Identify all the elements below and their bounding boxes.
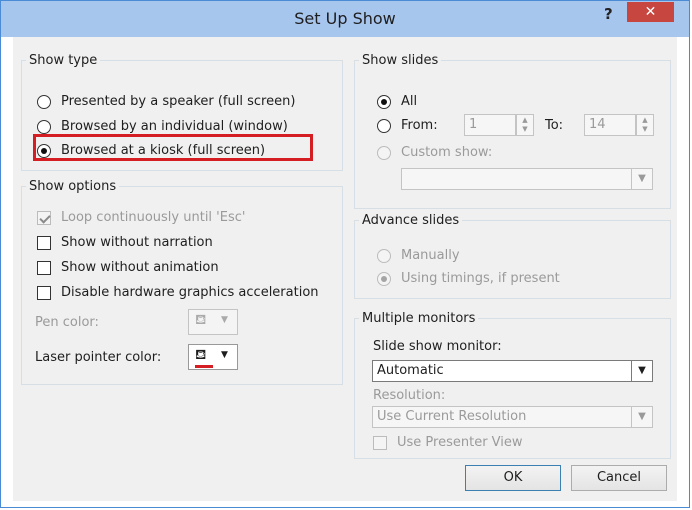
pen-color-button[interactable]: ⛾ ▼ — [188, 309, 238, 335]
set-up-show-dialog: Set Up Show ? ✕ Show type Presented by a… — [0, 0, 690, 508]
radio-using-timings-circle[interactable] — [377, 271, 391, 286]
chevron-down-icon: ▼ — [221, 350, 228, 360]
check-loop-continuously-label: Loop continuously until 'Esc' — [61, 210, 246, 225]
dialog-title: Set Up Show — [294, 9, 396, 28]
show-slides-legend: Show slides — [362, 53, 439, 68]
laser-color-label: Laser pointer color: — [35, 350, 162, 365]
radio-all-slides-circle[interactable] — [377, 94, 391, 109]
radio-presented-by-speaker[interactable]: Presented by a speaker (full screen) — [37, 94, 295, 109]
paint-bucket-icon: ⛾ — [195, 347, 207, 363]
radio-manually[interactable]: Manually — [377, 248, 460, 263]
chevron-down-icon: ▼ — [631, 169, 652, 189]
cancel-button[interactable]: Cancel — [571, 465, 667, 491]
radio-custom-show[interactable]: Custom show: — [377, 145, 492, 160]
advance-slides-legend: Advance slides — [362, 213, 460, 228]
laser-pointer-color-button[interactable]: ⛾ ▼ — [188, 344, 238, 370]
from-slide-input[interactable]: 1 — [464, 114, 516, 136]
radio-from-slides[interactable]: From: — [377, 118, 438, 133]
check-presenter-view-label: Use Presenter View — [397, 435, 523, 450]
laser-color-swatch — [195, 365, 213, 368]
radio-using-timings-label: Using timings, if present — [401, 271, 560, 286]
to-slide-spinner[interactable]: ▲ ▼ — [636, 114, 654, 136]
check-presenter-view-box[interactable] — [373, 435, 387, 450]
to-label: To: — [545, 118, 564, 133]
check-without-narration-box[interactable] — [37, 235, 51, 250]
radio-custom-show-circle[interactable] — [377, 145, 391, 160]
close-button[interactable]: ✕ — [627, 2, 674, 22]
check-without-narration[interactable]: Show without narration — [37, 235, 213, 250]
help-button[interactable]: ? — [604, 5, 613, 23]
check-without-animation-label: Show without animation — [61, 260, 219, 275]
show-options-legend: Show options — [29, 179, 117, 194]
slide-show-monitor-select[interactable]: Automatic ▼ — [372, 360, 653, 382]
dialog-body: Show type Presented by a speaker (full s… — [13, 37, 677, 501]
check-without-narration-label: Show without narration — [61, 235, 213, 250]
resolution-value: Use Current Resolution — [377, 409, 527, 424]
radio-browsed-by-individual[interactable]: Browsed by an individual (window) — [37, 119, 288, 134]
pen-color-label: Pen color: — [35, 315, 99, 330]
check-loop-continuously[interactable]: Loop continuously until 'Esc' — [37, 210, 245, 225]
check-disable-hw-acceleration-label: Disable hardware graphics acceleration — [61, 285, 319, 300]
radio-from-slides-circle[interactable] — [377, 118, 391, 133]
slide-show-monitor-value: Automatic — [377, 363, 444, 378]
custom-show-select[interactable]: ▼ — [401, 168, 653, 190]
check-disable-hw-acceleration-box[interactable] — [37, 285, 51, 300]
from-slide-spinner[interactable]: ▲ ▼ — [516, 114, 534, 136]
radio-presented-by-speaker-circle[interactable] — [37, 94, 51, 109]
radio-all-slides-label: All — [401, 94, 418, 109]
paint-bucket-icon: ⛾ — [195, 312, 207, 328]
radio-using-timings[interactable]: Using timings, if present — [377, 271, 560, 286]
check-without-animation[interactable]: Show without animation — [37, 260, 219, 275]
kiosk-highlight-box — [33, 134, 313, 161]
multiple-monitors-legend: Multiple monitors — [362, 311, 476, 326]
ok-button[interactable]: OK — [465, 465, 561, 491]
check-presenter-view[interactable]: Use Presenter View — [373, 435, 523, 450]
resolution-label: Resolution: — [373, 388, 446, 403]
check-disable-hw-acceleration[interactable]: Disable hardware graphics acceleration — [37, 285, 319, 300]
chevron-down-icon: ▼ — [221, 315, 228, 325]
to-slide-input[interactable]: 14 — [584, 114, 636, 136]
radio-all-slides[interactable]: All — [377, 94, 417, 109]
radio-manually-circle[interactable] — [377, 248, 391, 263]
chevron-down-icon: ▼ — [631, 361, 652, 381]
resolution-select[interactable]: Use Current Resolution ▼ — [372, 406, 653, 428]
title-bar: Set Up Show ? ✕ — [1, 1, 689, 37]
show-type-legend: Show type — [29, 53, 98, 68]
radio-browsed-by-individual-label: Browsed by an individual (window) — [61, 119, 288, 134]
radio-from-slides-label: From: — [401, 118, 438, 133]
check-loop-continuously-box[interactable] — [37, 210, 51, 225]
radio-presented-by-speaker-label: Presented by a speaker (full screen) — [61, 94, 296, 109]
radio-manually-label: Manually — [401, 248, 460, 263]
check-without-animation-box[interactable] — [37, 260, 51, 275]
radio-browsed-by-individual-circle[interactable] — [37, 119, 51, 134]
chevron-down-icon: ▼ — [631, 407, 652, 427]
radio-custom-show-label: Custom show: — [401, 145, 493, 160]
slide-show-monitor-label: Slide show monitor: — [373, 339, 502, 354]
